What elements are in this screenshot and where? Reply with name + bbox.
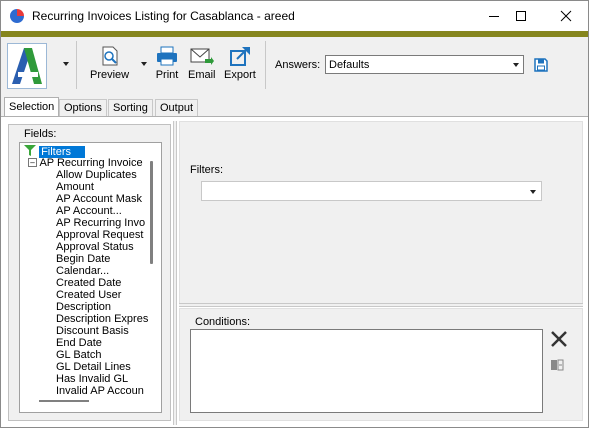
tree-item[interactable]: Begin Date [56,253,110,265]
email-label: Email [188,69,216,81]
conditions-label: Conditions: [195,316,251,328]
tab-strip: Selection Options Sorting Output [1,97,588,117]
filters-pane [179,121,583,304]
tree-item[interactable]: Description Expres [56,313,148,325]
tree-item[interactable]: Invalid AP Accoun [56,385,144,397]
tree-item[interactable]: End Date [56,337,102,349]
tree-item[interactable]: AP Recurring Invo [56,217,145,229]
tree-item[interactable]: Approval Request [56,229,143,241]
tree-node-filters[interactable]: Filters [24,145,86,158]
tree-node-group[interactable]: – AP Recurring Invoice [28,157,143,169]
tree-item[interactable]: Created User [56,289,121,301]
tree-item[interactable]: AP Account Mask [56,193,142,205]
edit-condition-button[interactable] [550,358,564,375]
title-bar: Recurring Invoices Listing for Casablanc… [1,1,588,31]
filter-funnel-icon [24,145,36,156]
collapse-toggle-icon[interactable]: – [28,158,37,167]
tree-item[interactable]: Created Date [56,277,121,289]
delete-x-icon [551,331,567,347]
save-answers-button[interactable] [534,58,548,75]
print-button[interactable]: Print [155,45,179,87]
tree-item[interactable]: Calendar... [56,265,109,277]
logo-a-icon [12,48,42,84]
toolbar: Preview Print Email Export Answers: Defa… [1,37,588,94]
condition-edit-icon [551,359,564,371]
export-button[interactable]: Export [224,45,256,87]
tree-item[interactable]: Amount [56,181,94,193]
answers-select[interactable]: Defaults [325,55,524,74]
minimize-icon [489,16,499,17]
app-pie-icon [10,9,24,23]
filters-label: Filters: [190,164,223,176]
close-icon [560,10,572,22]
export-label: Export [224,69,256,81]
tree-item[interactable]: Approval Status [56,241,134,253]
answers-label: Answers: [275,59,321,71]
answers-value: Defaults [329,59,370,71]
horizontal-splitter[interactable] [179,303,583,307]
filters-select[interactable] [201,181,542,201]
maximize-button[interactable] [501,1,541,31]
fields-label: Fields: [24,128,57,140]
preview-dropdown-arrow-icon[interactable] [141,62,147,66]
preview-icon [102,46,118,66]
toolbar-separator [265,41,266,89]
report-window: Recurring Invoices Listing for Casablanc… [0,0,589,428]
tree-group-label: AP Recurring Invoice [39,157,143,169]
tab-options[interactable]: Options [59,99,107,116]
tree-item[interactable]: Description [56,301,111,313]
tree-vertical-scrollbar[interactable] [150,161,153,264]
tree-horizontal-scrollbar[interactable] [39,400,89,402]
close-window-button[interactable] [546,1,586,31]
fields-tree[interactable]: Filters – AP Recurring Invoice Allow Dup… [19,142,162,413]
tree-item[interactable]: Discount Basis [56,325,129,337]
remove-condition-button[interactable] [550,330,568,351]
preview-label: Preview [90,69,130,81]
tree-item[interactable]: Has Invalid GL [56,373,128,385]
window-title: Recurring Invoices Listing for Casablanc… [32,9,295,23]
conditions-list[interactable] [190,329,543,413]
maximize-icon [516,11,526,21]
email-icon [190,48,214,65]
export-icon [229,47,250,66]
print-label: Print [155,69,179,81]
chevron-down-icon [530,190,536,194]
vertical-splitter[interactable] [173,121,177,425]
app-logo[interactable] [7,43,47,89]
save-icon [534,58,548,72]
tree-item[interactable]: AP Account... [56,205,122,217]
preview-button[interactable]: Preview [90,45,129,87]
tab-selection[interactable]: Selection [4,97,60,117]
toolbar-separator [76,41,77,89]
tree-item[interactable]: GL Batch [56,349,101,361]
tab-sorting[interactable]: Sorting [108,99,153,116]
email-button[interactable]: Email [188,45,216,87]
tree-item[interactable]: Allow Duplicates [56,169,137,181]
chevron-down-icon [513,63,519,67]
printer-icon [157,46,177,66]
tree-item[interactable]: GL Detail Lines [56,361,131,373]
logo-dropdown-arrow-icon[interactable] [63,62,69,66]
tab-output[interactable]: Output [155,99,199,116]
